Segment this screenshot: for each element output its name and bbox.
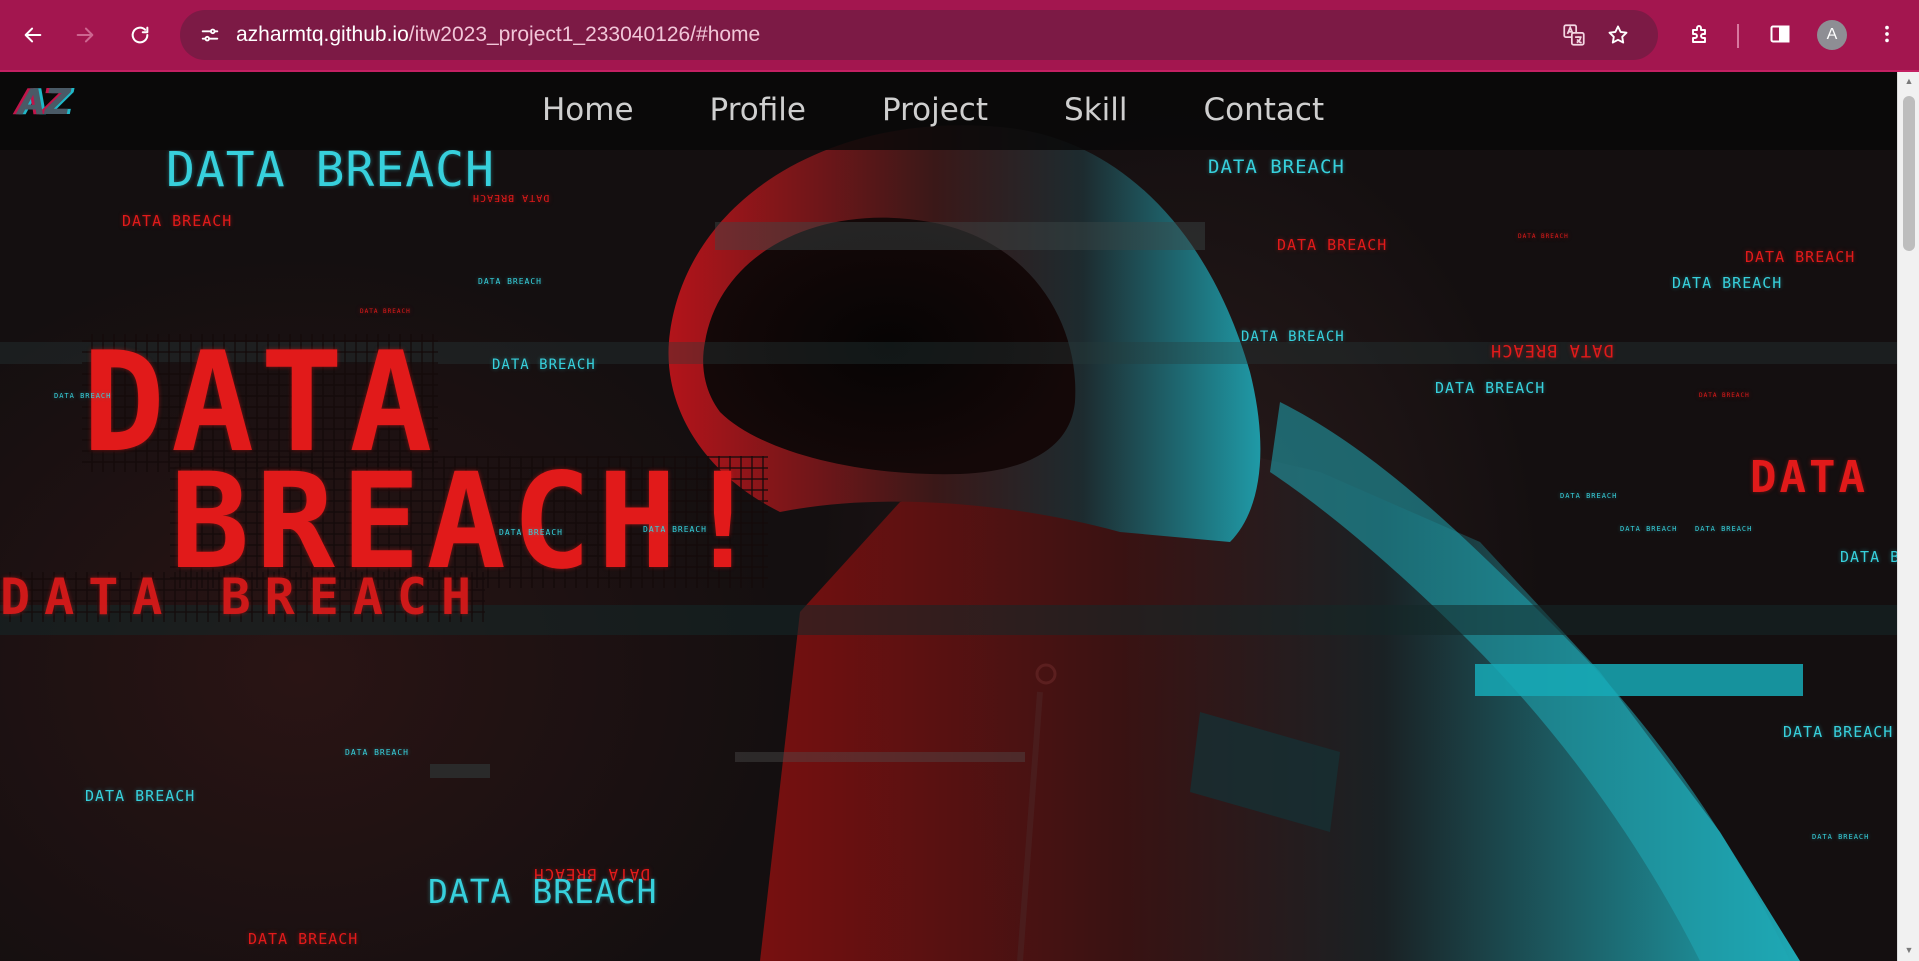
site-menu: Home Profile Project Skill Contact [520, 90, 1362, 130]
breach-text: DATA BREACH [1208, 156, 1345, 178]
breach-text: DATA BREACH [1435, 379, 1546, 397]
breach-text: DATA BREACH [1620, 525, 1678, 533]
star-icon[interactable] [1602, 19, 1634, 51]
nav-home[interactable]: Home [520, 90, 672, 130]
page-viewport: DATA BREACH! DATA BREACH DATA BREACH DAT… [0, 72, 1897, 961]
breach-text: DATA BREACH [166, 142, 495, 198]
url-text[interactable]: azharmtq.github.io/itw2023_project1_2330… [236, 23, 760, 47]
breach-text: DATA BREACH [1518, 233, 1569, 240]
breach-text: DATA BREACH [1672, 274, 1783, 292]
side-panel-icon[interactable] [1760, 14, 1800, 54]
breach-text: DATA BREACH [428, 872, 658, 911]
breach-text: DATA BREACH [1699, 392, 1750, 399]
avatar-letter: A [1826, 26, 1838, 43]
translate-icon[interactable] [1558, 19, 1590, 51]
puzzle-icon[interactable] [1680, 14, 1720, 54]
scroll-thumb[interactable] [1903, 96, 1915, 251]
breach-text: DATA BREACH [345, 748, 409, 757]
glitch-bar [735, 752, 1025, 762]
breach-text: DATA BREACH [1277, 236, 1388, 254]
breach-text: DATA BREACH [1241, 329, 1345, 345]
page-scrollbar[interactable]: ▲ ▼ [1897, 72, 1919, 961]
hero-glitch-text: DATA BREACH [0, 568, 486, 626]
nav-skill[interactable]: Skill [1026, 90, 1165, 130]
breach-text: DATA BREACH [1560, 492, 1618, 500]
breach-text: DATA BREACH [492, 357, 596, 373]
url-path: /itw2023_project1_233040126/#home [408, 23, 761, 46]
breach-text-partial: DATA B [1840, 548, 1897, 566]
breach-text: DATA BREACH [499, 528, 563, 537]
glitch-bar [430, 764, 490, 778]
reload-icon[interactable] [121, 16, 159, 54]
nav-profile[interactable]: Profile [672, 90, 844, 130]
address-bar[interactable]: azharmtq.github.io/itw2023_project1_2330… [180, 10, 1658, 60]
breach-text: DATA BREACH [1490, 340, 1614, 360]
breach-text: DATA BREACH [1783, 723, 1894, 741]
forward-arrow-icon[interactable] [66, 16, 104, 54]
breach-text: DATA BREACH [1745, 248, 1856, 266]
site-navbar: AZ Home Profile Project Skill Contact [0, 72, 1897, 150]
glitch-bar [715, 222, 1205, 250]
breach-text: DATA BREACH [122, 212, 233, 230]
tune-icon[interactable] [194, 19, 226, 51]
breach-text: DATA BREACH [360, 308, 411, 315]
breach-text: DATA BREACH [85, 787, 196, 805]
glitch-bar [1475, 664, 1803, 696]
kebab-menu-icon[interactable] [1867, 14, 1907, 54]
back-arrow-icon[interactable] [14, 16, 52, 54]
profile-avatar[interactable]: A [1817, 20, 1847, 50]
scroll-up-icon[interactable]: ▲ [1903, 76, 1915, 86]
scroll-down-icon[interactable]: ▼ [1903, 945, 1915, 955]
nav-contact[interactable]: Contact [1165, 90, 1362, 130]
toolbar-divider [1737, 24, 1739, 48]
breach-text: DATA BREACH [1812, 833, 1870, 841]
breach-text-short: DATA [1750, 452, 1868, 503]
breach-text: DATA BREACH [472, 192, 550, 203]
breach-text: DATA BREACH [478, 277, 542, 286]
breach-text: DATA BREACH [1695, 525, 1753, 533]
url-host: azharmtq.github.io [236, 23, 409, 46]
breach-text: DATA BREACH [643, 525, 707, 534]
breach-text: DATA BREACH [248, 930, 359, 948]
breach-text: DATA BREACH [54, 392, 112, 400]
nav-project[interactable]: Project [844, 90, 1026, 130]
site-logo[interactable]: AZ [18, 82, 71, 123]
browser-toolbar: azharmtq.github.io/itw2023_project1_2330… [0, 0, 1919, 72]
